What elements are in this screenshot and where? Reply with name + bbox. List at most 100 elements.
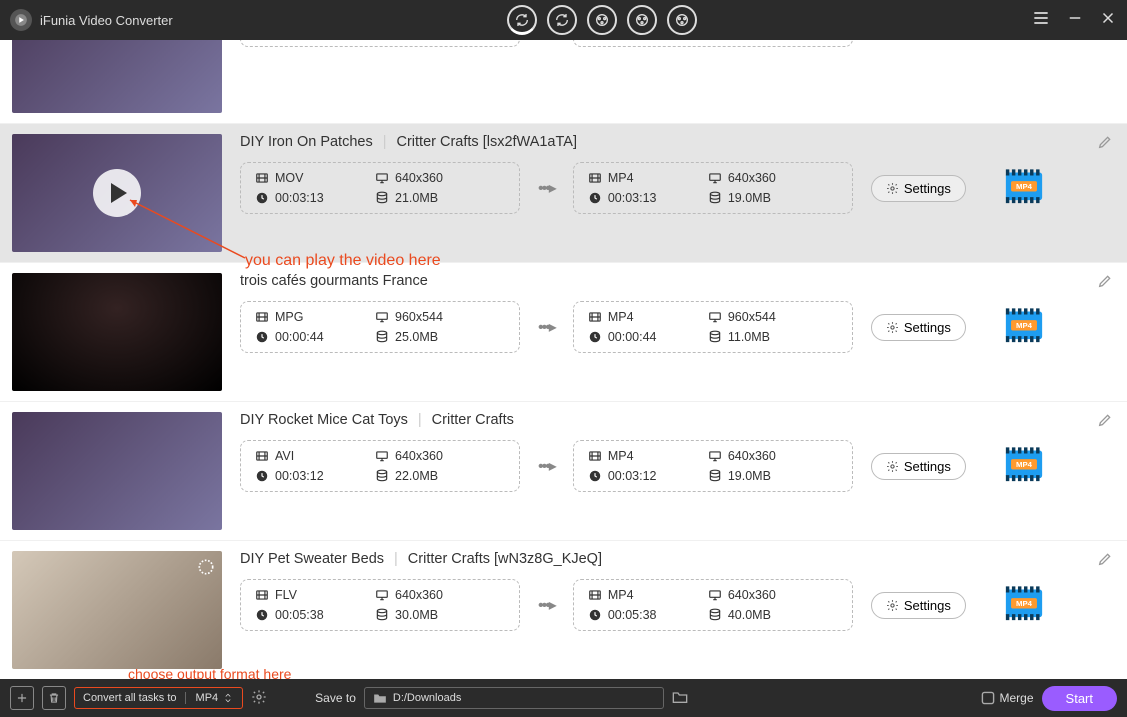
task-row[interactable]: MKV 640x360 00:03:12 18.0MB •••▸ MP4 640… — [0, 40, 1127, 124]
save-path-input[interactable]: D:/Downloads — [364, 687, 664, 709]
merge-checkbox[interactable]: Merge — [981, 691, 1034, 705]
input-format: AVI — [275, 449, 294, 463]
edit-icon[interactable] — [1097, 273, 1113, 294]
tab-reel-3[interactable] — [667, 5, 697, 35]
clock-icon — [255, 191, 269, 205]
input-duration: 00:03:13 — [275, 191, 324, 205]
add-button[interactable] — [10, 686, 34, 710]
output-size: 19.0MB — [728, 191, 771, 205]
settings-button[interactable]: Settings — [871, 592, 966, 619]
task-title: trois cafés gourmants France — [240, 273, 428, 289]
input-panel: MKV 640x360 00:03:12 18.0MB — [240, 40, 520, 47]
task-row[interactable]: DIY Pet Sweater Beds|Critter Crafts [wN3… — [0, 541, 1127, 679]
input-resolution: 960x544 — [395, 310, 443, 324]
database-icon — [708, 608, 722, 622]
input-panel: FLV 640x360 00:05:38 30.0MB — [240, 579, 520, 631]
minimize-icon[interactable] — [1066, 9, 1084, 32]
film-icon — [588, 589, 602, 601]
convert-format-select[interactable]: Convert all tasks to MP4 — [74, 687, 243, 709]
edit-icon[interactable] — [1097, 134, 1113, 155]
output-format: MP4 — [608, 449, 634, 463]
video-thumbnail[interactable] — [12, 134, 222, 252]
output-duration: 00:00:44 — [608, 330, 657, 344]
database-icon — [708, 191, 722, 205]
tab-reel-1[interactable] — [587, 5, 617, 35]
task-subtitle: Critter Crafts — [432, 412, 514, 428]
output-format: MP4 — [608, 310, 634, 324]
edit-icon[interactable] — [1097, 551, 1113, 572]
video-thumbnail[interactable] — [12, 412, 222, 530]
clock-icon — [255, 330, 269, 344]
edit-icon[interactable] — [1097, 412, 1113, 433]
arrow-icon: •••▸ — [538, 456, 555, 476]
clock-icon — [255, 469, 269, 483]
video-thumbnail[interactable] — [12, 40, 222, 113]
output-format-badge[interactable]: MP4 — [1002, 169, 1046, 207]
start-button[interactable]: Start — [1042, 686, 1117, 711]
clock-icon — [588, 608, 602, 622]
app-title: iFunia Video Converter — [40, 13, 173, 28]
output-size: 19.0MB — [728, 469, 771, 483]
format-settings-icon[interactable] — [251, 689, 267, 708]
output-panel: MP4 640x360 00:03:13 19.0MB — [573, 162, 853, 214]
output-format: MP4 — [608, 171, 634, 185]
task-row[interactable]: DIY Iron On Patches|Critter Crafts [lsx2… — [0, 124, 1127, 263]
svg-text:MP4: MP4 — [1016, 321, 1033, 330]
database-icon — [708, 330, 722, 344]
task-row[interactable]: trois cafés gourmants France MPG 960x544… — [0, 263, 1127, 402]
monitor-icon — [375, 589, 389, 601]
output-duration: 00:03:12 — [608, 469, 657, 483]
input-size: 21.0MB — [395, 191, 438, 205]
monitor-icon — [708, 172, 722, 184]
output-size: 40.0MB — [728, 608, 771, 622]
output-format-badge[interactable]: MP4 — [1002, 308, 1046, 346]
task-title: DIY Iron On Patches — [240, 134, 373, 150]
output-format-badge[interactable]: MP4 — [1002, 447, 1046, 485]
settings-button[interactable]: Settings — [871, 453, 966, 480]
monitor-icon — [375, 450, 389, 462]
output-panel: MP4 640x360 00:05:38 40.0MB — [573, 579, 853, 631]
database-icon — [375, 330, 389, 344]
input-panel: AVI 640x360 00:03:12 22.0MB — [240, 440, 520, 492]
film-icon — [255, 589, 269, 601]
input-panel: MOV 640x360 00:03:13 21.0MB — [240, 162, 520, 214]
settings-button[interactable]: Settings — [871, 175, 966, 202]
close-icon[interactable] — [1099, 9, 1117, 32]
tab-download[interactable] — [547, 5, 577, 35]
video-thumbnail[interactable] — [12, 551, 222, 669]
film-icon — [588, 311, 602, 323]
delete-button[interactable] — [42, 686, 66, 710]
clock-icon — [588, 191, 602, 205]
film-icon — [588, 172, 602, 184]
input-size: 25.0MB — [395, 330, 438, 344]
video-thumbnail[interactable] — [12, 273, 222, 391]
processing-badge-icon — [196, 557, 216, 577]
app-logo — [10, 9, 32, 31]
svg-text:MP4: MP4 — [1016, 599, 1033, 608]
task-list: MKV 640x360 00:03:12 18.0MB •••▸ MP4 640… — [0, 40, 1127, 679]
monitor-icon — [708, 450, 722, 462]
header-tabs — [173, 5, 1031, 35]
task-row[interactable]: DIY Rocket Mice Cat Toys|Critter Crafts … — [0, 402, 1127, 541]
output-format-badge[interactable]: MP4 — [1002, 586, 1046, 624]
monitor-icon — [375, 172, 389, 184]
output-panel: MP4 640x360 00:03:12 19.0MB — [573, 440, 853, 492]
play-button[interactable] — [93, 169, 141, 217]
clock-icon — [588, 330, 602, 344]
output-panel: MP4 640x360 00:03:12 14.0MB — [573, 40, 853, 47]
arrow-icon: •••▸ — [538, 317, 555, 337]
settings-button[interactable]: Settings — [871, 314, 966, 341]
output-panel: MP4 960x544 00:00:44 11.0MB — [573, 301, 853, 353]
input-resolution: 640x360 — [395, 449, 443, 463]
task-title: DIY Rocket Mice Cat Toys — [240, 412, 408, 428]
film-icon — [255, 172, 269, 184]
tab-reel-2[interactable] — [627, 5, 657, 35]
menu-icon[interactable] — [1031, 8, 1051, 33]
film-icon — [255, 311, 269, 323]
tab-convert[interactable] — [507, 5, 537, 35]
open-folder-icon[interactable] — [672, 690, 688, 707]
task-title: DIY Pet Sweater Beds — [240, 551, 384, 567]
input-size: 22.0MB — [395, 469, 438, 483]
input-resolution: 640x360 — [395, 171, 443, 185]
svg-text:MP4: MP4 — [1016, 182, 1033, 191]
